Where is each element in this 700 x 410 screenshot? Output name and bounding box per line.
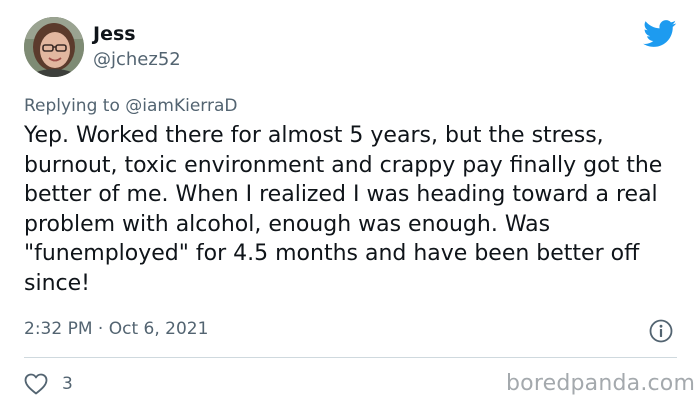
replying-prefix: Replying to [24, 96, 126, 116]
tweet-text: Yep. Worked there for almost 5 years, bu… [24, 123, 663, 296]
tweet-time: 2:32 PM [24, 319, 93, 339]
info-icon[interactable] [648, 318, 674, 344]
user-handle[interactable]: @jchez52 [93, 49, 181, 70]
display-name[interactable]: Jess [93, 23, 136, 45]
twitter-bird-icon[interactable] [643, 20, 677, 48]
avatar-photo [24, 17, 84, 77]
divider [24, 357, 677, 358]
heart-icon [24, 373, 48, 395]
reply-mention-link[interactable]: @iamKierraD [125, 96, 237, 116]
replying-to: Replying to @iamKierraD [24, 96, 237, 116]
watermark: boredpanda.com [506, 371, 696, 396]
tweet-timestamp[interactable]: 2:32 PM · Oct 6, 2021 [24, 319, 208, 339]
tweet-card: Jess @jchez52 Replying to @iamKierraD Ye… [0, 0, 700, 410]
tweet-date: Oct 6, 2021 [108, 319, 209, 339]
like-button[interactable]: 3 [24, 371, 73, 397]
like-count: 3 [62, 374, 73, 394]
avatar[interactable] [24, 17, 84, 77]
meta-separator: · [92, 319, 109, 339]
